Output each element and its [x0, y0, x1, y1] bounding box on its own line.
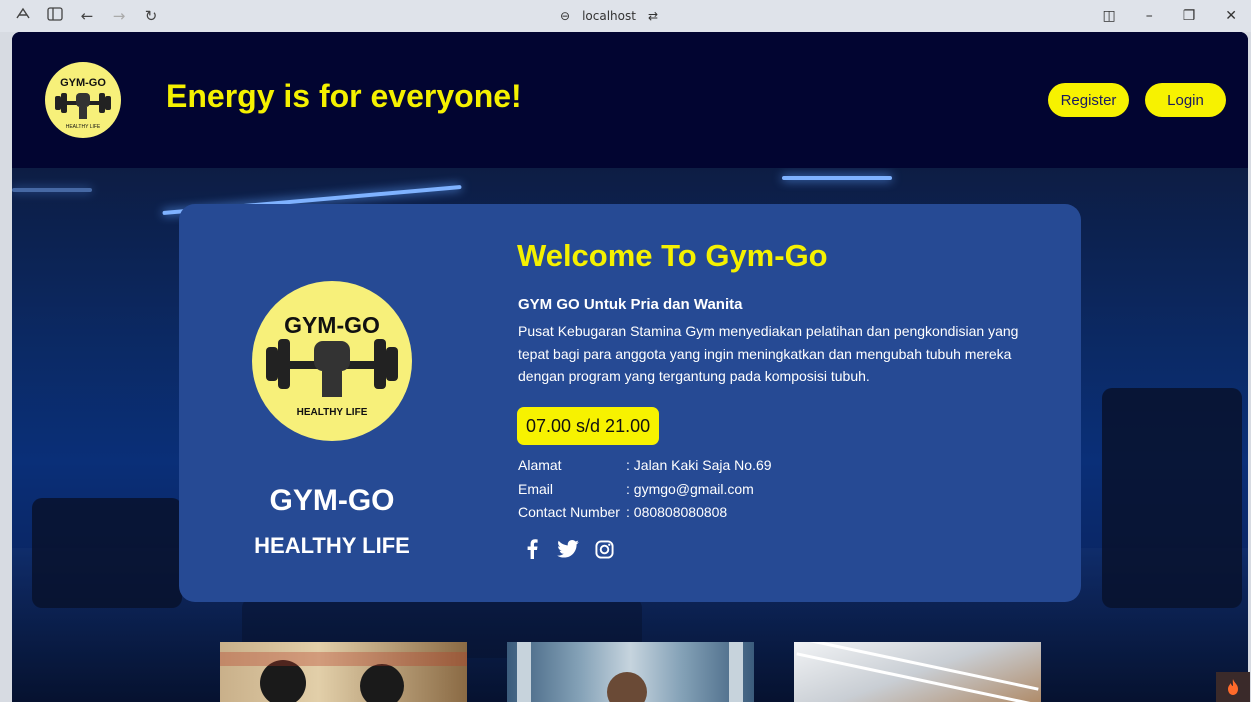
logo-bottom-text: HEALTHY LIFE	[297, 407, 368, 418]
login-button[interactable]: Login	[1145, 83, 1226, 117]
twitter-icon[interactable]	[557, 538, 579, 560]
minimize-icon[interactable]: –	[1146, 8, 1153, 24]
svg-text:GYM-GO: GYM-GO	[60, 77, 106, 89]
instagram-icon[interactable]	[593, 538, 615, 560]
treadmill	[1102, 388, 1242, 608]
back-icon[interactable]: ←	[78, 7, 96, 25]
page-viewport: GYM-GO HEALTHY LIFE Energy is for everyo…	[12, 32, 1248, 702]
address-value: : Jalan Kaki Saja No.69	[626, 457, 772, 473]
app-menu-icon[interactable]	[14, 6, 32, 26]
header-tagline: Energy is for everyone!	[166, 78, 522, 114]
logo-top-text: GYM-GO	[284, 312, 380, 338]
svg-text:HEALTHY LIFE: HEALTHY LIFE	[66, 124, 101, 130]
social-links	[521, 538, 615, 560]
email-label: Email	[518, 481, 554, 497]
brand-subtitle: HEALTHY LIFE	[254, 533, 410, 558]
welcome-title: Welcome To Gym-Go	[517, 238, 828, 273]
browser-toolbar: ← → ↻ ⊖ localhost ⇄ ◫ – ❐ ✕	[0, 0, 1251, 32]
gallery-image-dumbbells[interactable]	[220, 642, 467, 702]
link-icon: ⊖	[560, 9, 571, 23]
welcome-description: Pusat Kebugaran Stamina Gym menyediakan …	[518, 323, 1019, 384]
welcome-subheading: GYM GO Untuk Pria dan Wanita	[518, 296, 743, 313]
address-row: Alamat : Jalan Kaki Saja No.69	[518, 457, 772, 473]
opening-hours-badge: 07.00 s/d 21.00	[517, 407, 660, 445]
email-row: Email : gymgo@gmail.com	[518, 481, 754, 497]
contact-value: : 080808080808	[626, 504, 728, 520]
gym-go-logo[interactable]: GYM-GO HEALTHY LIFE	[45, 62, 121, 138]
restore-icon[interactable]: ❐	[1183, 8, 1196, 24]
email-value: : gymgo@gmail.com	[626, 481, 754, 497]
address-label: Alamat	[518, 457, 562, 473]
extension-fire-icon[interactable]	[1216, 672, 1250, 702]
site-header: GYM-GO HEALTHY LIFE Energy is for everyo…	[12, 32, 1248, 168]
treadmill	[32, 498, 182, 608]
gallery-image-gym-interior[interactable]	[794, 642, 1041, 702]
split-view-icon[interactable]: ◫	[1102, 8, 1115, 24]
reload-icon[interactable]: ↻	[142, 7, 160, 25]
address-bar[interactable]: localhost	[582, 9, 636, 23]
welcome-card: GYM-GO HEALTHY LIFE GYM-GO HEALTHY LIFE …	[179, 204, 1081, 602]
facebook-icon[interactable]	[521, 538, 543, 560]
gym-go-logo-large: GYM-GO HEALTHY LIFE	[252, 281, 412, 441]
brand-title: GYM-GO	[269, 484, 395, 517]
site-settings-icon[interactable]: ⇄	[648, 9, 658, 23]
close-icon[interactable]: ✕	[1225, 8, 1237, 24]
ceiling-light	[782, 176, 892, 180]
gallery-image-squat-rack[interactable]	[507, 642, 754, 702]
contact-label: Contact Number	[518, 504, 620, 520]
hero-background: GYM-GO HEALTHY LIFE GYM-GO HEALTHY LIFE …	[12, 168, 1248, 702]
contact-row: Contact Number : 080808080808	[518, 504, 727, 520]
register-button[interactable]: Register	[1048, 83, 1129, 117]
forward-icon[interactable]: →	[110, 7, 128, 25]
ceiling-light	[12, 188, 92, 192]
sidebar-toggle-icon[interactable]	[46, 7, 64, 25]
